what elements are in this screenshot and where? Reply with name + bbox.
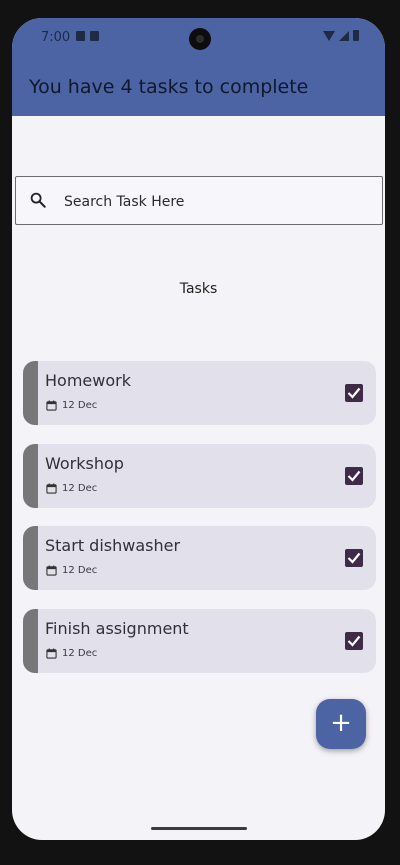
task-date: 12 Dec <box>62 483 98 494</box>
checkmark-icon <box>347 470 361 482</box>
sim-icon <box>90 31 99 41</box>
task-checkbox[interactable] <box>345 384 363 402</box>
task-card[interactable]: Finish assignment 12 Dec <box>23 609 376 673</box>
task-card[interactable]: Homework 12 Dec <box>23 361 376 425</box>
calendar-icon <box>46 400 57 411</box>
notification-icon <box>76 31 85 41</box>
search-icon <box>30 192 46 208</box>
task-date: 12 Dec <box>62 648 98 659</box>
task-priority-bar <box>23 526 38 590</box>
checkmark-icon <box>347 552 361 564</box>
task-checkbox[interactable] <box>345 467 363 485</box>
calendar-icon <box>46 565 57 576</box>
task-title: Workshop <box>45 454 124 473</box>
task-priority-bar <box>23 609 38 673</box>
task-date-row: 12 Dec <box>46 648 97 659</box>
task-title: Finish assignment <box>45 619 189 638</box>
search-bar[interactable] <box>15 176 383 226</box>
task-date-row: 12 Dec <box>46 483 97 494</box>
task-checkbox[interactable] <box>345 549 363 567</box>
wifi-icon <box>323 30 335 41</box>
calendar-icon <box>46 483 57 494</box>
plus-icon: + <box>330 708 352 738</box>
section-title: Tasks <box>179 281 218 297</box>
task-title: Homework <box>45 371 131 390</box>
task-date-row: 12 Dec <box>46 400 97 411</box>
task-title: Start dishwasher <box>45 536 181 555</box>
task-date-row: 12 Dec <box>46 565 97 576</box>
task-date: 12 Dec <box>62 565 98 576</box>
task-checkbox[interactable] <box>345 632 363 650</box>
phone-frame: 7:00 You have 4 tasks to complete Tasks … <box>0 0 400 865</box>
gesture-navigation-bar[interactable] <box>151 827 247 830</box>
checkmark-icon <box>347 387 361 399</box>
search-input[interactable] <box>62 177 366 226</box>
app-bar: You have 4 tasks to complete <box>12 58 385 116</box>
task-priority-bar <box>23 444 38 508</box>
add-task-button[interactable]: + <box>316 699 366 749</box>
camera-cutout-icon <box>189 28 211 50</box>
app-bar-title: You have 4 tasks to complete <box>29 76 309 98</box>
status-time: 7:00 <box>41 30 71 45</box>
status-icons <box>323 30 359 41</box>
calendar-icon <box>46 648 57 659</box>
task-date: 12 Dec <box>62 400 98 411</box>
signal-icon <box>339 30 349 41</box>
app-screen: 7:00 You have 4 tasks to complete Tasks … <box>12 18 385 840</box>
task-priority-bar <box>23 361 38 425</box>
task-card[interactable]: Workshop 12 Dec <box>23 444 376 508</box>
checkmark-icon <box>347 635 361 647</box>
battery-icon <box>353 30 359 41</box>
task-card[interactable]: Start dishwasher 12 Dec <box>23 526 376 590</box>
status-bar: 7:00 <box>12 18 385 58</box>
